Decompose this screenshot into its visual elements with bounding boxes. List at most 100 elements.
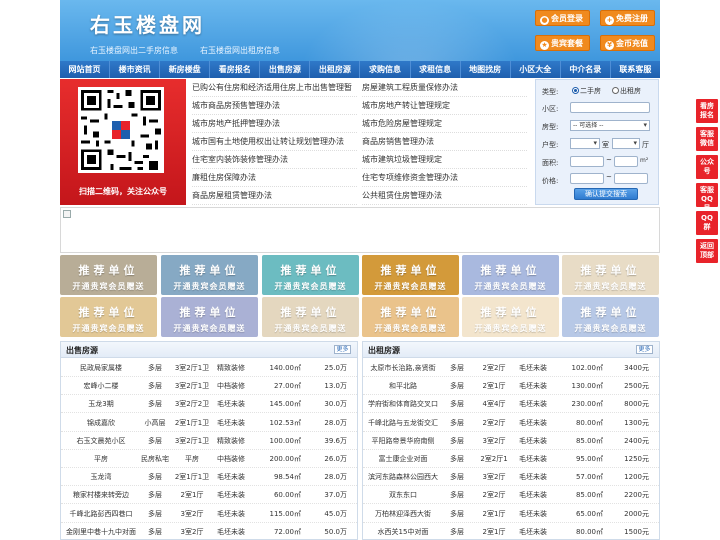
listing-location[interactable]: 粮家村楼来转旁边 xyxy=(61,486,141,504)
price-max-input[interactable] xyxy=(614,173,648,184)
listing-row[interactable]: 玉龙3期 多层 3室2厅2卫 毛坯未装 145.00㎡ 30.0万 xyxy=(61,395,357,414)
community-input[interactable] xyxy=(570,102,650,113)
nav-contact[interactable]: 联系客服 xyxy=(611,61,660,78)
policy-link[interactable]: 商品房屋租赁管理办法 xyxy=(192,187,357,205)
policy-link[interactable]: 住宅室内装饰装修管理办法 xyxy=(192,151,357,169)
listing-location[interactable]: 太原市长治路,亲贤街 xyxy=(363,359,443,377)
nav-news[interactable]: 楼市资讯 xyxy=(110,61,161,78)
promo-tile[interactable]: 推荐单位 开通贵宾会员赠送 xyxy=(60,297,157,337)
header-link-second-hand[interactable]: 右玉楼盘网出二手房信息 xyxy=(90,45,178,56)
promo-tile[interactable]: 推荐单位 开通贵宾会员赠送 xyxy=(362,297,459,337)
area-min-input[interactable] xyxy=(570,156,604,167)
free-register-button[interactable]: + 免费注册 xyxy=(600,10,655,26)
policy-link[interactable]: 已购公有住房和经济适用住房上市出售管理暂 xyxy=(192,79,357,97)
side-viewing-signup-button[interactable]: 看房报名 xyxy=(696,99,718,123)
listing-location[interactable]: 水西关15中对面 xyxy=(363,523,443,539)
room-select[interactable] xyxy=(570,138,600,149)
listing-row[interactable]: 太原市长治路,亲贤街 多层 2室2厅 毛坯未装 102.00㎡ 3400元 xyxy=(363,359,659,377)
site-title[interactable]: 右玉楼盘网 xyxy=(90,9,205,38)
promo-tile[interactable]: 推荐单位 开通贵宾会员赠送 xyxy=(562,255,659,295)
listing-location[interactable]: 千峰北路与五龙街交汇 xyxy=(363,414,443,432)
promo-tile[interactable]: 推荐单位 开通贵宾会员赠送 xyxy=(161,297,258,337)
nav-viewing-signup[interactable]: 看房报名 xyxy=(210,61,261,78)
nav-wanted-rent[interactable]: 求租信息 xyxy=(411,61,461,78)
policy-link[interactable]: 城市国有土地使用权出让转让规划管理办法 xyxy=(192,133,357,151)
hall-select[interactable] xyxy=(612,138,640,149)
listing-row[interactable]: 金刚里中巷十九中对面 多层 3室2厅 毛坯未装 72.00㎡ 50.0万 xyxy=(61,523,357,539)
policy-link[interactable]: 商品房销售管理办法 xyxy=(362,133,527,151)
policy-link[interactable]: 城市商品房预售管理办法 xyxy=(192,97,357,115)
nav-home[interactable]: 网站首页 xyxy=(60,61,111,78)
listing-location[interactable]: 万柏林迎泽西大街 xyxy=(363,505,443,523)
listing-row[interactable]: 粮家村楼来转旁边 多层 2室1厅 毛坯未装 60.00㎡ 37.0万 xyxy=(61,486,357,505)
listing-row[interactable]: 富士康企业对面 多层 2室2厅1 毛坯未装 95.00㎡ 1250元 xyxy=(363,450,659,468)
nav-communities[interactable]: 小区大全 xyxy=(511,61,561,78)
listing-location[interactable]: 锦成嘉欣 xyxy=(61,414,141,432)
promo-tile[interactable]: 推荐单位 开通贵宾会员赠送 xyxy=(262,297,359,337)
listing-row[interactable]: 千峰北路彭西四巷口 多层 3室2厅 毛坯未装 115.00㎡ 45.0万 xyxy=(61,505,357,523)
promo-tile[interactable]: 推荐单位 开通贵宾会员赠送 xyxy=(462,255,559,295)
listing-location[interactable]: 平阳路帝景华府南侧 xyxy=(363,432,443,450)
nav-wanted-buy[interactable]: 求购信息 xyxy=(360,61,411,78)
search-submit-button[interactable]: 确认提交搜索 xyxy=(574,188,638,200)
promo-tile[interactable]: 推荐单位 开通贵宾会员赠送 xyxy=(60,255,157,295)
listing-row[interactable]: 万柏林迎泽西大街 多层 2室1厅 毛坯未装 65.00㎡ 2000元 xyxy=(363,505,659,523)
listing-location[interactable]: 平房 xyxy=(61,450,141,468)
listing-location[interactable]: 玉龙3期 xyxy=(61,395,141,413)
promo-tile[interactable]: 推荐单位 开通贵宾会员赠送 xyxy=(462,297,559,337)
promo-tile[interactable]: 推荐单位 开通贵宾会员赠送 xyxy=(262,255,359,295)
listing-row[interactable]: 宏峰小二楼 多层 3室2厅1卫 中档装修 27.00㎡ 13.0万 xyxy=(61,377,357,396)
listing-location[interactable]: 和平北路 xyxy=(363,377,443,395)
listing-location[interactable]: 民政局家属楼 xyxy=(61,359,141,377)
header-link-rental[interactable]: 右玉楼盘网出租房信息 xyxy=(200,45,280,56)
side-qq-group-button[interactable]: QQ群 xyxy=(696,211,718,235)
listing-row[interactable]: 双东东口 多层 2室2厅 毛坯未装 85.00㎡ 2200元 xyxy=(363,486,659,505)
listing-row[interactable]: 水西关15中对面 多层 2室1厅 毛坯未装 80.00㎡ 1500元 xyxy=(363,523,659,539)
price-min-input[interactable] xyxy=(570,173,604,184)
radio-second-hand[interactable]: 二手房 xyxy=(572,86,601,96)
listing-location[interactable]: 金刚里中巷十九中对面 xyxy=(61,523,141,539)
nav-new-homes[interactable]: 新房楼盘 xyxy=(160,61,211,78)
side-wechat-button[interactable]: 客服微信 xyxy=(696,127,718,151)
listing-row[interactable]: 千峰北路与五龙街交汇 多层 2室2厅 毛坯未装 80.00㎡ 1300元 xyxy=(363,414,659,432)
policy-link[interactable]: 住宅专项维修资金管理办法 xyxy=(362,169,527,187)
member-login-button[interactable]: ● 会员登录 xyxy=(535,10,590,26)
listing-location[interactable]: 宏峰小二楼 xyxy=(61,377,141,395)
policy-link[interactable]: 城市危险房屋管理规定 xyxy=(362,115,527,133)
listing-row[interactable]: 平房 民房私宅 平房 中档装修 200.00㎡ 26.0万 xyxy=(61,450,357,468)
policy-link[interactable]: 城市房地产抵押管理办法 xyxy=(192,115,357,133)
rent-more-button[interactable]: 更多 xyxy=(636,345,653,354)
policy-link[interactable]: 房屋建筑工程质量保修办法 xyxy=(362,79,527,97)
listing-location[interactable]: 学府街和体育路交叉口 xyxy=(363,395,443,413)
listing-location[interactable]: 双东东口 xyxy=(363,486,443,504)
radio-rental[interactable]: 出租房 xyxy=(612,86,641,96)
promo-tile[interactable]: 推荐单位 开通贵宾会员赠送 xyxy=(562,297,659,337)
policy-link[interactable]: 公共租赁住房管理办法 xyxy=(362,187,527,205)
listing-row[interactable]: 滨河东路森林公园西大 多层 3室2厅 毛坯未装 57.00㎡ 1200元 xyxy=(363,468,659,487)
listing-row[interactable]: 锦成嘉欣 小高层 2室1厅1卫 毛坯未装 102.53㎡ 28.0万 xyxy=(61,414,357,432)
side-qq-service-button[interactable]: 客服QQ号 xyxy=(696,183,718,212)
house-type-select[interactable]: -- 可选择 -- xyxy=(570,120,650,131)
promo-tile[interactable]: 推荐单位 开通贵宾会员赠送 xyxy=(161,255,258,295)
listing-location[interactable]: 富士康企业对面 xyxy=(363,450,443,468)
nav-map-search[interactable]: 地图找房 xyxy=(461,61,511,78)
listing-row[interactable]: 右玉文晨苑小区 多层 3室2厅1卫 精致装修 100.00㎡ 39.6万 xyxy=(61,432,357,450)
nav-for-sale[interactable]: 出售房源 xyxy=(260,61,311,78)
side-official-account-button[interactable]: 公众号 xyxy=(696,155,718,179)
listing-row[interactable]: 和平北路 多层 2室1厅 毛坯未装 130.00㎡ 2500元 xyxy=(363,377,659,396)
listing-row[interactable]: 民政局家属楼 多层 3室2厅1卫 精致装修 140.00㎡ 25.0万 xyxy=(61,359,357,377)
nav-agents[interactable]: 中介名录 xyxy=(561,61,611,78)
promo-tile[interactable]: 推荐单位 开通贵宾会员赠送 xyxy=(362,255,459,295)
policy-link[interactable]: 城市房地产转让管理规定 xyxy=(362,97,527,115)
policy-link[interactable]: 城市建筑垃圾管理规定 xyxy=(362,151,527,169)
nav-for-rent[interactable]: 出租房源 xyxy=(310,61,361,78)
listing-location[interactable]: 右玉文晨苑小区 xyxy=(61,432,141,450)
listing-location[interactable]: 玉龙湾 xyxy=(61,468,141,486)
area-max-input[interactable] xyxy=(614,156,638,167)
listing-row[interactable]: 平阳路帝景华府南侧 多层 3室2厅 毛坯未装 85.00㎡ 2400元 xyxy=(363,432,659,450)
gold-recharge-button[interactable]: ¥ 金币充值 xyxy=(600,35,655,51)
policy-link[interactable]: 廉租住房保障办法 xyxy=(192,169,357,187)
vip-package-button[interactable]: ★ 贵宾套餐 xyxy=(535,35,590,51)
listing-row[interactable]: 玉龙湾 多层 2室1厅1卫 毛坯未装 98.54㎡ 28.0万 xyxy=(61,468,357,487)
listing-location[interactable]: 千峰北路彭西四巷口 xyxy=(61,505,141,523)
